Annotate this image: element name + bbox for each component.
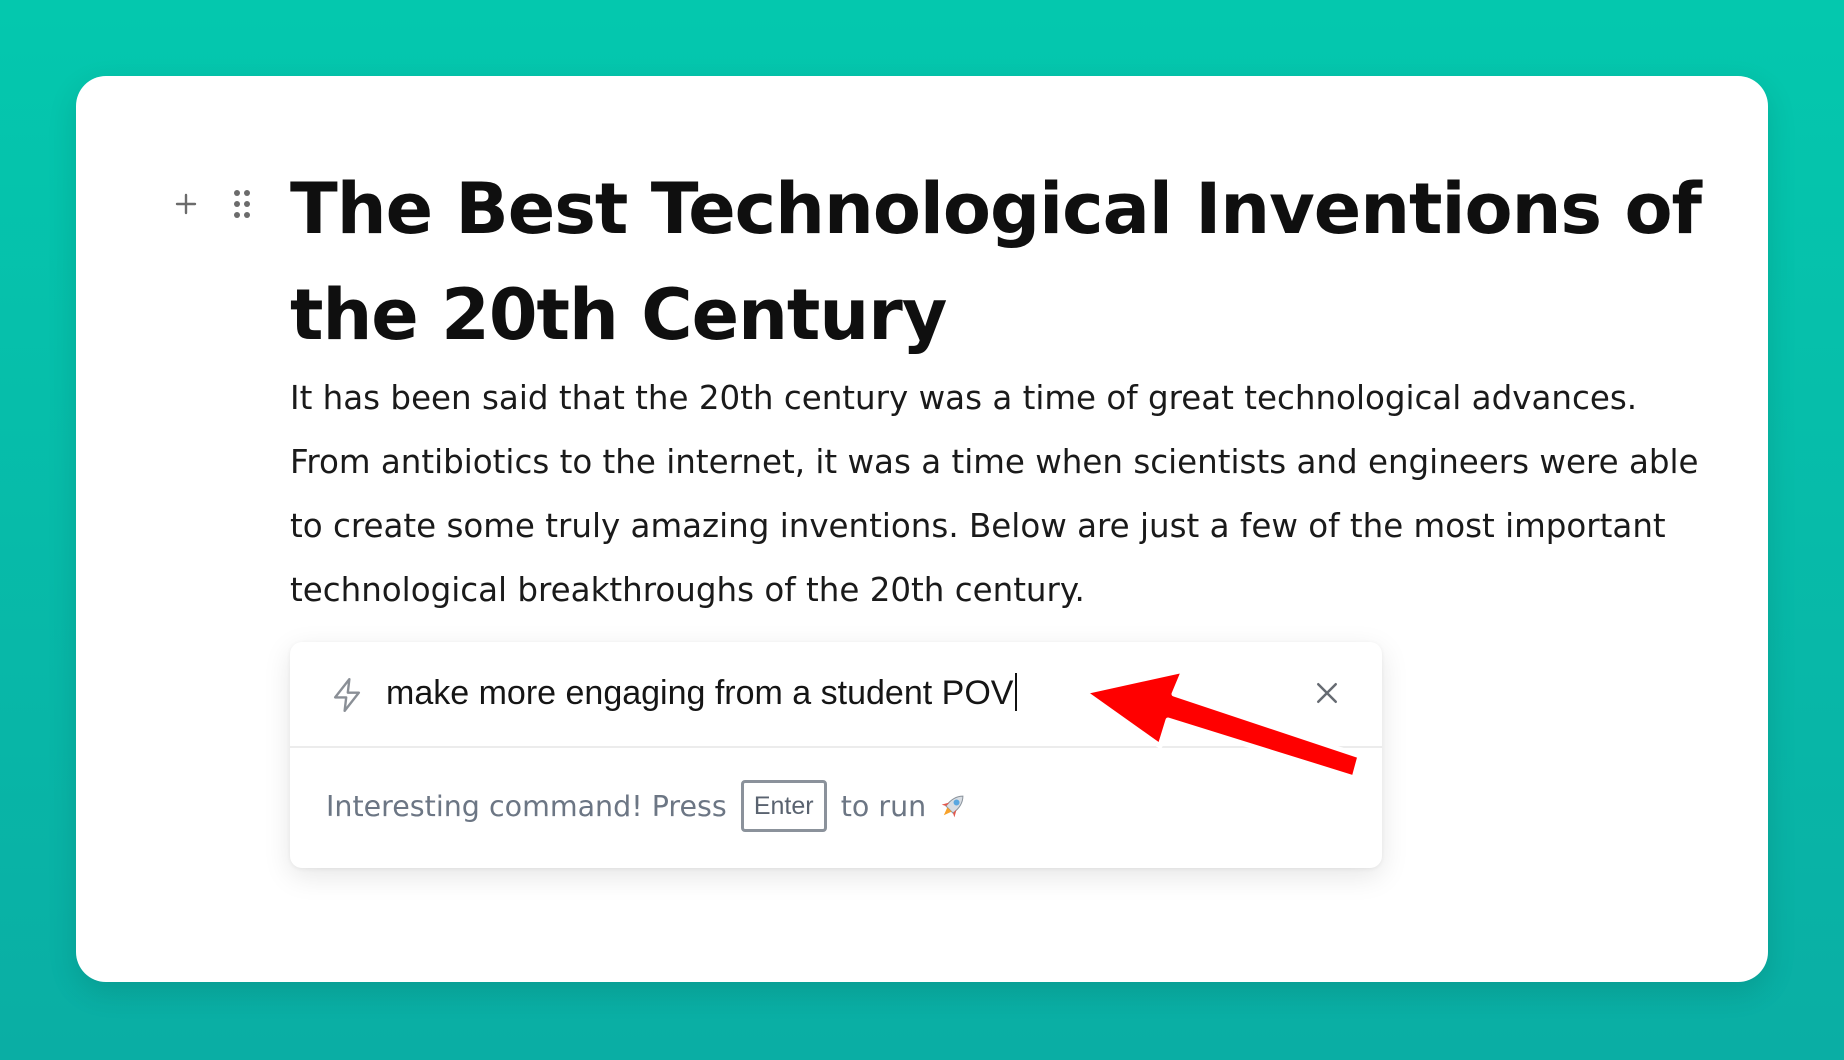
command-input-row[interactable]: make more engaging from a student POV [290, 642, 1382, 748]
editor-card: The Best Technological Inventions of the… [76, 76, 1768, 982]
hint-suffix: to run [840, 789, 927, 823]
enter-key-badge: Enter [740, 780, 827, 832]
text-caret [1015, 673, 1018, 711]
document-title[interactable]: The Best Technological Inventions of the… [290, 156, 1710, 368]
document-paragraph[interactable]: It has been said that the 20th century w… [290, 366, 1710, 622]
plus-icon[interactable] [172, 190, 200, 218]
command-input[interactable]: make more engaging from a student POV [386, 672, 1018, 714]
command-hint: Interesting command! Press Enter to run [326, 780, 970, 832]
rocket-icon [936, 789, 970, 823]
close-icon[interactable] [1312, 678, 1342, 708]
hint-prefix: Interesting command! Press [326, 789, 727, 823]
ai-command-popup: make more engaging from a student POV In… [290, 642, 1382, 868]
command-input-value: make more engaging from a student POV [386, 674, 1014, 712]
drag-handle-icon[interactable] [230, 188, 254, 220]
block-controls [172, 188, 254, 220]
lightning-bolt-icon [328, 676, 366, 714]
